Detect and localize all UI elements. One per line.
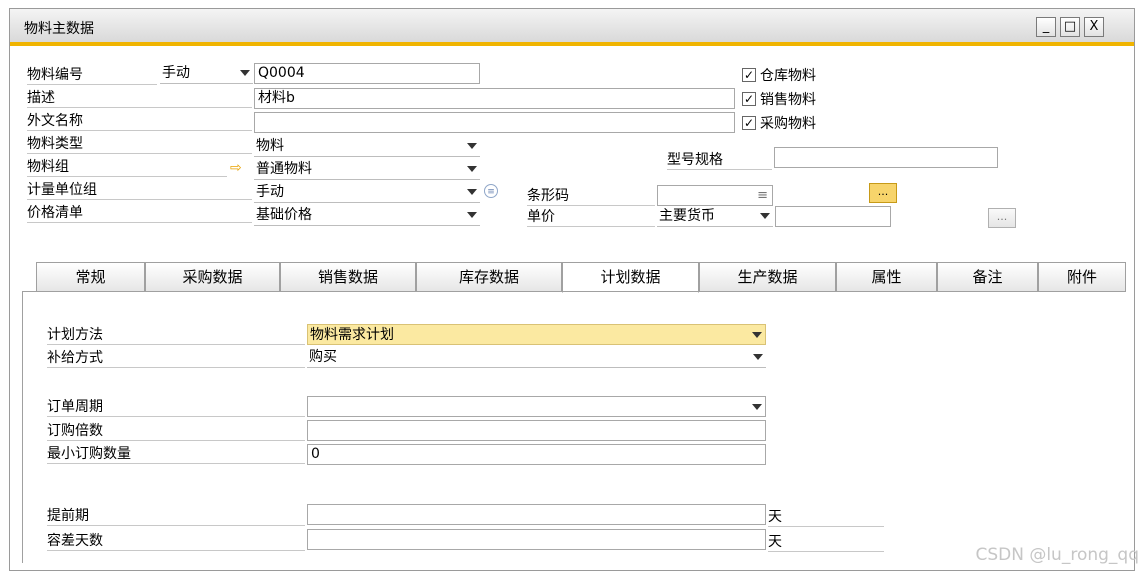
model-spec-label: 型号规格	[667, 149, 772, 170]
procurement-method-label: 补给方式	[47, 347, 305, 368]
chevron-down-icon	[752, 404, 762, 410]
order-multiple-label: 订购倍数	[47, 420, 305, 441]
planning-method-label: 计划方法	[47, 324, 305, 345]
item-code-series-select[interactable]: 手动	[160, 63, 253, 84]
price-more-button-disabled: ...	[988, 208, 1016, 228]
uom-group-value: 手动	[256, 184, 284, 200]
min-order-qty-label: 最小订购数量	[47, 443, 305, 464]
foreign-name-input[interactable]	[254, 112, 735, 133]
uom-group-select[interactable]: 手动	[254, 182, 480, 203]
item-group-value: 普通物料	[256, 161, 312, 177]
chevron-down-icon	[467, 189, 477, 195]
item-type-label: 物料类型	[27, 133, 252, 154]
arrow-right-icon[interactable]: ⇨	[230, 160, 242, 176]
chevron-down-icon	[760, 213, 770, 219]
tab-inventory[interactable]: 库存数据	[416, 262, 562, 292]
chevron-down-icon	[467, 166, 477, 172]
tab-properties[interactable]: 属性	[836, 262, 937, 292]
price-list-label: 价格清单	[27, 202, 252, 223]
description-input[interactable]: 材料b	[254, 88, 735, 109]
barcode-more-button[interactable]: ...	[869, 183, 897, 203]
chevron-down-icon	[467, 212, 477, 218]
unit-price-label: 单价	[527, 206, 655, 227]
procurement-method-value: 购买	[309, 349, 337, 365]
inventory-item-checkbox[interactable]: ✓	[742, 68, 756, 82]
currency-select[interactable]: 主要货币	[657, 206, 773, 227]
title-bar[interactable]: 物料主数据 _ □ X	[10, 9, 1134, 46]
item-code-series-value: 手动	[162, 65, 190, 81]
purchase-item-label: 采购物料	[760, 116, 816, 132]
description-label: 描述	[27, 87, 252, 108]
lead-time-input[interactable]	[307, 504, 766, 525]
procurement-method-select[interactable]: 购买	[307, 347, 766, 368]
item-group-select[interactable]: 普通物料	[254, 159, 480, 180]
currency-value: 主要货币	[659, 208, 715, 224]
tolerance-days-label: 容差天数	[47, 530, 305, 551]
planning-method-select[interactable]: 物料需求计划	[307, 324, 766, 345]
barcode-input[interactable]: ≡	[657, 185, 773, 206]
barcode-list-icon: ≡	[757, 188, 768, 203]
sales-item-checkbox[interactable]: ✓	[742, 92, 756, 106]
foreign-name-label: 外文名称	[27, 110, 252, 131]
tolerance-days-input[interactable]	[307, 529, 766, 550]
lead-time-unit: 天	[768, 506, 884, 527]
info-list-icon[interactable]: ≡	[484, 184, 498, 198]
close-button[interactable]: X	[1084, 17, 1104, 37]
sales-item-label: 销售物料	[760, 92, 816, 108]
minimize-button[interactable]: _	[1036, 17, 1056, 37]
purchase-item-checkbox[interactable]: ✓	[742, 116, 756, 130]
tab-planning[interactable]: 计划数据	[562, 262, 699, 293]
item-code-label: 物料编号	[27, 64, 157, 85]
watermark: CSDN @lu_rong_qq	[975, 545, 1139, 565]
item-type-value: 物料	[256, 138, 284, 154]
order-interval-label: 订单周期	[47, 396, 305, 417]
min-order-qty-input[interactable]: 0	[307, 444, 766, 465]
tolerance-days-unit: 天	[768, 531, 884, 552]
chevron-down-icon	[753, 354, 763, 360]
model-spec-input[interactable]	[774, 147, 998, 168]
order-interval-select[interactable]	[307, 396, 766, 417]
lead-time-label: 提前期	[47, 505, 305, 526]
maximize-button[interactable]: □	[1060, 17, 1080, 37]
title-accent-bar	[10, 42, 1134, 46]
tab-production[interactable]: 生产数据	[699, 262, 836, 292]
order-multiple-input[interactable]	[307, 420, 766, 441]
tab-sales[interactable]: 销售数据	[280, 262, 416, 292]
chevron-down-icon	[467, 143, 477, 149]
inventory-item-label: 仓库物料	[760, 68, 816, 84]
chevron-down-icon	[240, 70, 250, 76]
planning-method-value: 物料需求计划	[310, 327, 394, 343]
item-code-input[interactable]: Q0004	[254, 63, 480, 84]
tab-remarks[interactable]: 备注	[937, 262, 1038, 292]
tab-purchasing[interactable]: 采购数据	[145, 262, 280, 292]
tab-strip: 常规 采购数据 销售数据 库存数据 计划数据 生产数据 属性 备注 附件	[22, 262, 1126, 293]
tab-general[interactable]: 常规	[36, 262, 145, 292]
uom-group-label: 计量单位组	[27, 179, 252, 200]
tab-attachments[interactable]: 附件	[1038, 262, 1126, 292]
window-title: 物料主数据	[24, 21, 94, 37]
item-group-label: 物料组	[27, 156, 227, 177]
price-list-select[interactable]: 基础价格	[254, 205, 480, 226]
item-type-select[interactable]: 物料	[254, 136, 480, 157]
barcode-label: 条形码	[527, 185, 655, 206]
chevron-down-icon	[752, 332, 762, 338]
unit-price-input[interactable]	[775, 206, 891, 227]
price-list-value: 基础价格	[256, 207, 312, 223]
